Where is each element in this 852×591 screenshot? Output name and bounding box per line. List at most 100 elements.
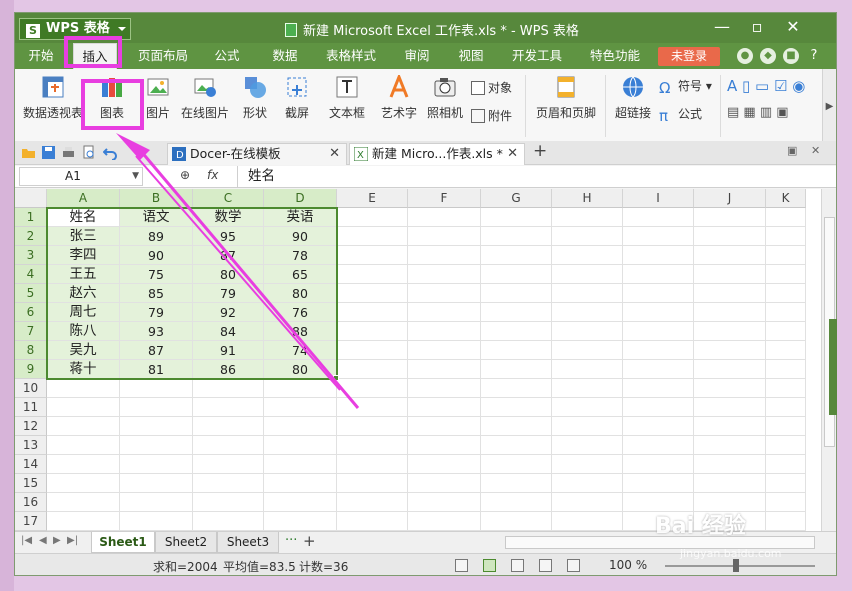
cell[interactable] xyxy=(264,493,337,512)
last-sheet-icon[interactable]: ▶| xyxy=(67,535,78,546)
cell[interactable] xyxy=(552,474,623,493)
cell[interactable] xyxy=(408,379,481,398)
cell[interactable] xyxy=(552,284,623,303)
cell[interactable] xyxy=(408,341,481,360)
cell[interactable] xyxy=(47,436,120,455)
tab-data[interactable]: 数据 xyxy=(263,43,307,69)
cell[interactable] xyxy=(694,417,766,436)
row-header[interactable]: 6 xyxy=(15,303,47,322)
print-icon[interactable] xyxy=(61,145,76,160)
textbox-button[interactable]: 文本框 xyxy=(323,75,371,121)
object-button[interactable]: 对象 xyxy=(471,79,512,96)
cell[interactable] xyxy=(623,303,694,322)
cell[interactable] xyxy=(766,265,806,284)
cell[interactable] xyxy=(120,493,193,512)
tab-table-style[interactable]: 表格样式 xyxy=(319,43,383,69)
cell[interactable] xyxy=(766,246,806,265)
sheet-tab-2[interactable]: Sheet2 xyxy=(155,532,217,553)
column-header[interactable]: B xyxy=(120,189,193,208)
cell[interactable] xyxy=(264,379,337,398)
cell[interactable] xyxy=(193,436,264,455)
cell[interactable] xyxy=(337,436,408,455)
online-picture-button[interactable]: 在线图片 xyxy=(177,75,233,121)
open-folder-icon[interactable] xyxy=(21,145,36,160)
formula-button[interactable]: π 公式 xyxy=(659,105,702,125)
cell[interactable] xyxy=(408,493,481,512)
cell[interactable] xyxy=(623,322,694,341)
cell[interactable] xyxy=(766,360,806,379)
cell[interactable] xyxy=(766,379,806,398)
cell[interactable] xyxy=(481,227,552,246)
cell[interactable] xyxy=(766,341,806,360)
cell[interactable] xyxy=(623,284,694,303)
share-icon[interactable]: ◆ xyxy=(760,48,776,64)
save-icon[interactable] xyxy=(41,145,56,160)
form-tools-row[interactable]: ▤ ▦ ▥ ▣ xyxy=(727,105,789,120)
cell[interactable] xyxy=(552,417,623,436)
next-sheet-icon[interactable]: ▶ xyxy=(53,535,61,546)
wordart-button[interactable]: 艺术字 xyxy=(379,75,419,121)
cell[interactable] xyxy=(193,455,264,474)
cell[interactable] xyxy=(337,246,408,265)
cell[interactable] xyxy=(481,303,552,322)
row-header[interactable]: 9 xyxy=(15,360,47,379)
cell[interactable] xyxy=(623,208,694,227)
freeze-view-icon[interactable] xyxy=(539,559,552,572)
minimize-button[interactable]: — xyxy=(710,17,734,36)
cell[interactable] xyxy=(481,493,552,512)
cell[interactable] xyxy=(623,474,694,493)
cell[interactable] xyxy=(47,455,120,474)
cell[interactable] xyxy=(552,322,623,341)
column-header[interactable]: D xyxy=(264,189,337,208)
cell[interactable] xyxy=(408,303,481,322)
header-footer-button[interactable]: 页眉和页脚 xyxy=(531,75,601,121)
hyperlink-button[interactable]: 超链接 xyxy=(611,75,655,121)
pivot-table-button[interactable]: 数据透视表 xyxy=(23,75,83,121)
close-tab-icon[interactable]: ✕ xyxy=(329,144,340,164)
cell[interactable] xyxy=(481,436,552,455)
shapes-button[interactable]: 形状 xyxy=(235,75,275,121)
cell[interactable] xyxy=(552,360,623,379)
cell[interactable] xyxy=(623,360,694,379)
page-break-view-icon[interactable] xyxy=(511,559,524,572)
row-header[interactable]: 3 xyxy=(15,246,47,265)
cell[interactable] xyxy=(193,398,264,417)
name-box-dropdown-icon[interactable]: ▼ xyxy=(132,168,139,185)
cell[interactable] xyxy=(408,417,481,436)
cell[interactable] xyxy=(766,398,806,417)
prev-sheet-icon[interactable]: ◀ xyxy=(39,535,47,546)
column-header[interactable]: E xyxy=(337,189,408,208)
cell[interactable] xyxy=(694,284,766,303)
cell[interactable] xyxy=(694,322,766,341)
cell[interactable] xyxy=(120,474,193,493)
cell[interactable] xyxy=(193,512,264,531)
cell[interactable] xyxy=(694,455,766,474)
cell[interactable] xyxy=(481,360,552,379)
cell[interactable] xyxy=(552,398,623,417)
cell[interactable] xyxy=(694,398,766,417)
column-header[interactable]: H xyxy=(552,189,623,208)
column-header[interactable]: I xyxy=(623,189,694,208)
tab-formulas[interactable]: 公式 xyxy=(205,43,249,69)
cell[interactable] xyxy=(694,474,766,493)
zoom-level[interactable]: 100 % xyxy=(609,558,647,572)
cell[interactable] xyxy=(481,398,552,417)
row-header[interactable]: 5 xyxy=(15,284,47,303)
cell[interactable] xyxy=(337,417,408,436)
cell[interactable] xyxy=(120,436,193,455)
cell[interactable] xyxy=(337,474,408,493)
cell[interactable] xyxy=(481,341,552,360)
cell[interactable] xyxy=(120,512,193,531)
cell[interactable] xyxy=(408,265,481,284)
tab-home[interactable]: 开始 xyxy=(21,43,61,69)
tab-review[interactable]: 审阅 xyxy=(395,43,439,69)
row-header[interactable]: 1 xyxy=(15,208,47,227)
cell[interactable] xyxy=(552,379,623,398)
fill-handle[interactable] xyxy=(333,375,339,381)
cell[interactable] xyxy=(408,322,481,341)
cell[interactable] xyxy=(552,455,623,474)
cell[interactable] xyxy=(766,303,806,322)
cell[interactable] xyxy=(766,227,806,246)
row-header[interactable]: 8 xyxy=(15,341,47,360)
cell[interactable] xyxy=(408,208,481,227)
